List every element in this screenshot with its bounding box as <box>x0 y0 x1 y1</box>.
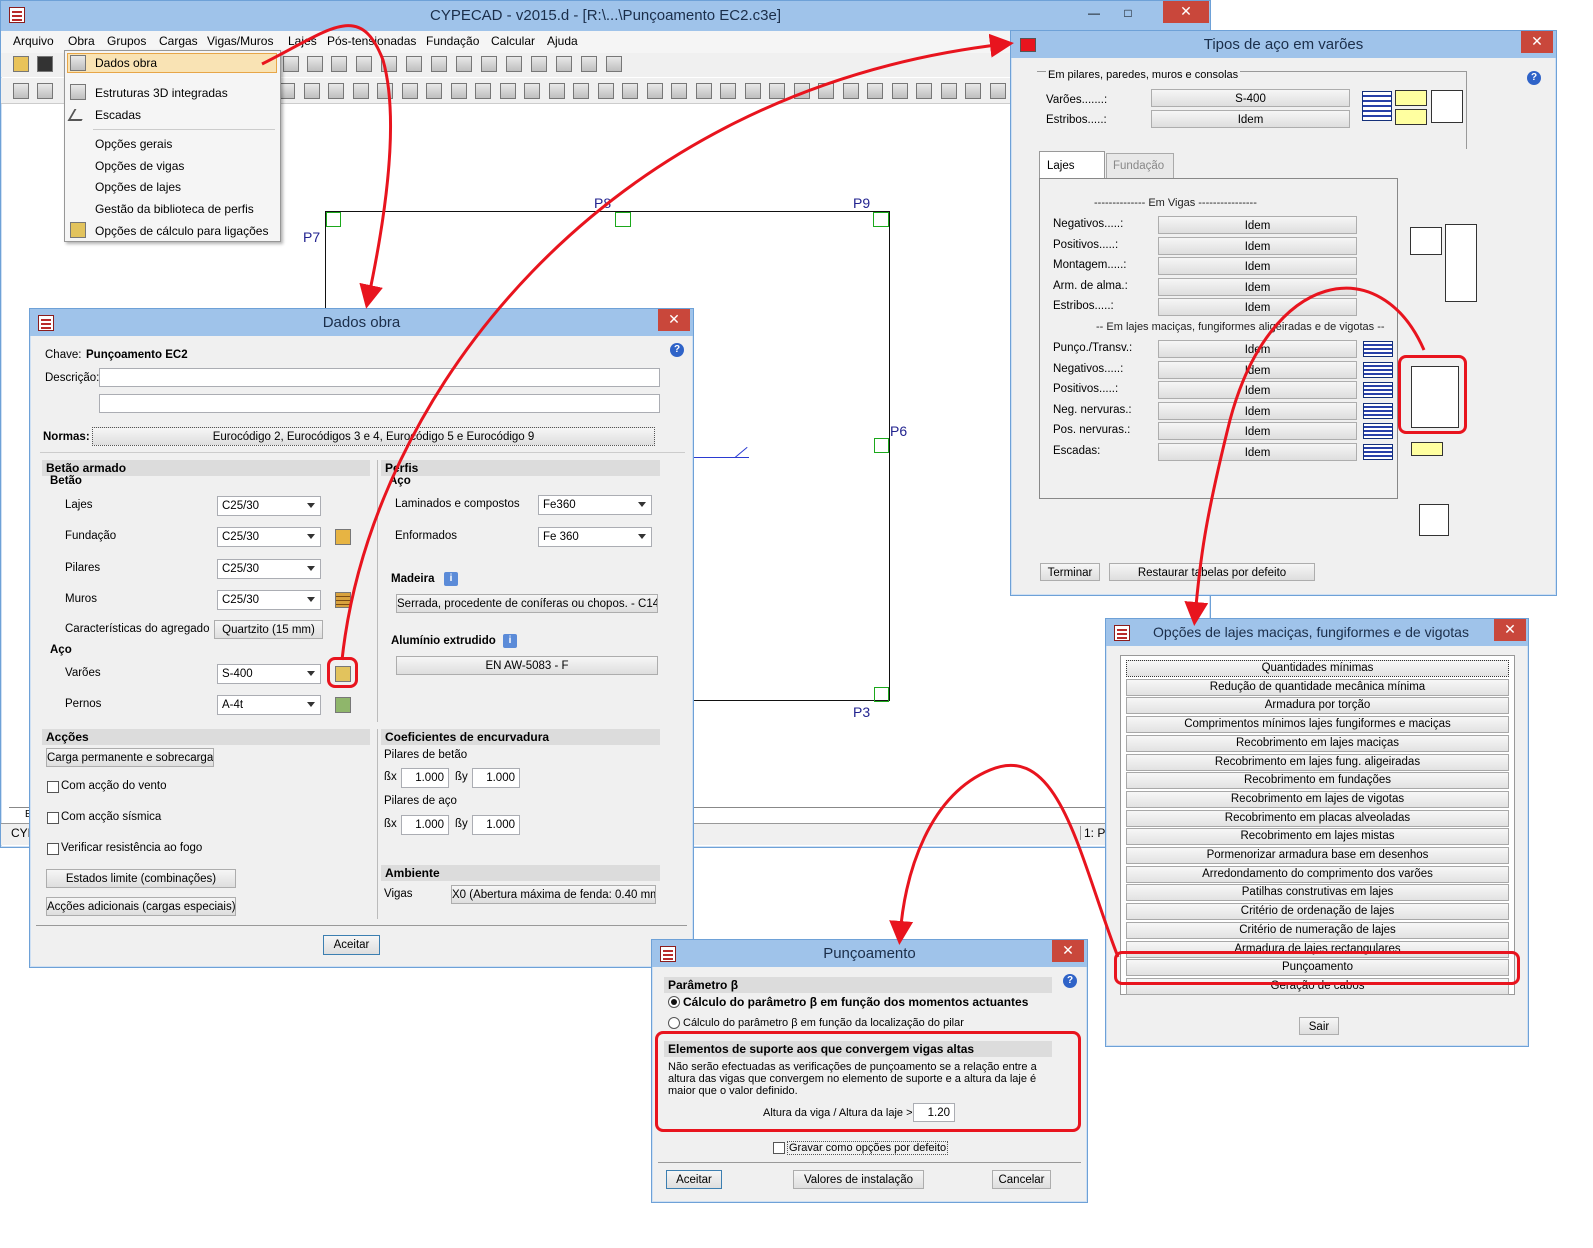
arrow-opcoes-lajes <box>1184 286 1426 626</box>
arrow-dados-obra <box>261 24 392 309</box>
annotation-arrows <box>261 24 1426 958</box>
arrow-varoes <box>340 33 1014 661</box>
arrow-puncoamento <box>889 763 1120 958</box>
